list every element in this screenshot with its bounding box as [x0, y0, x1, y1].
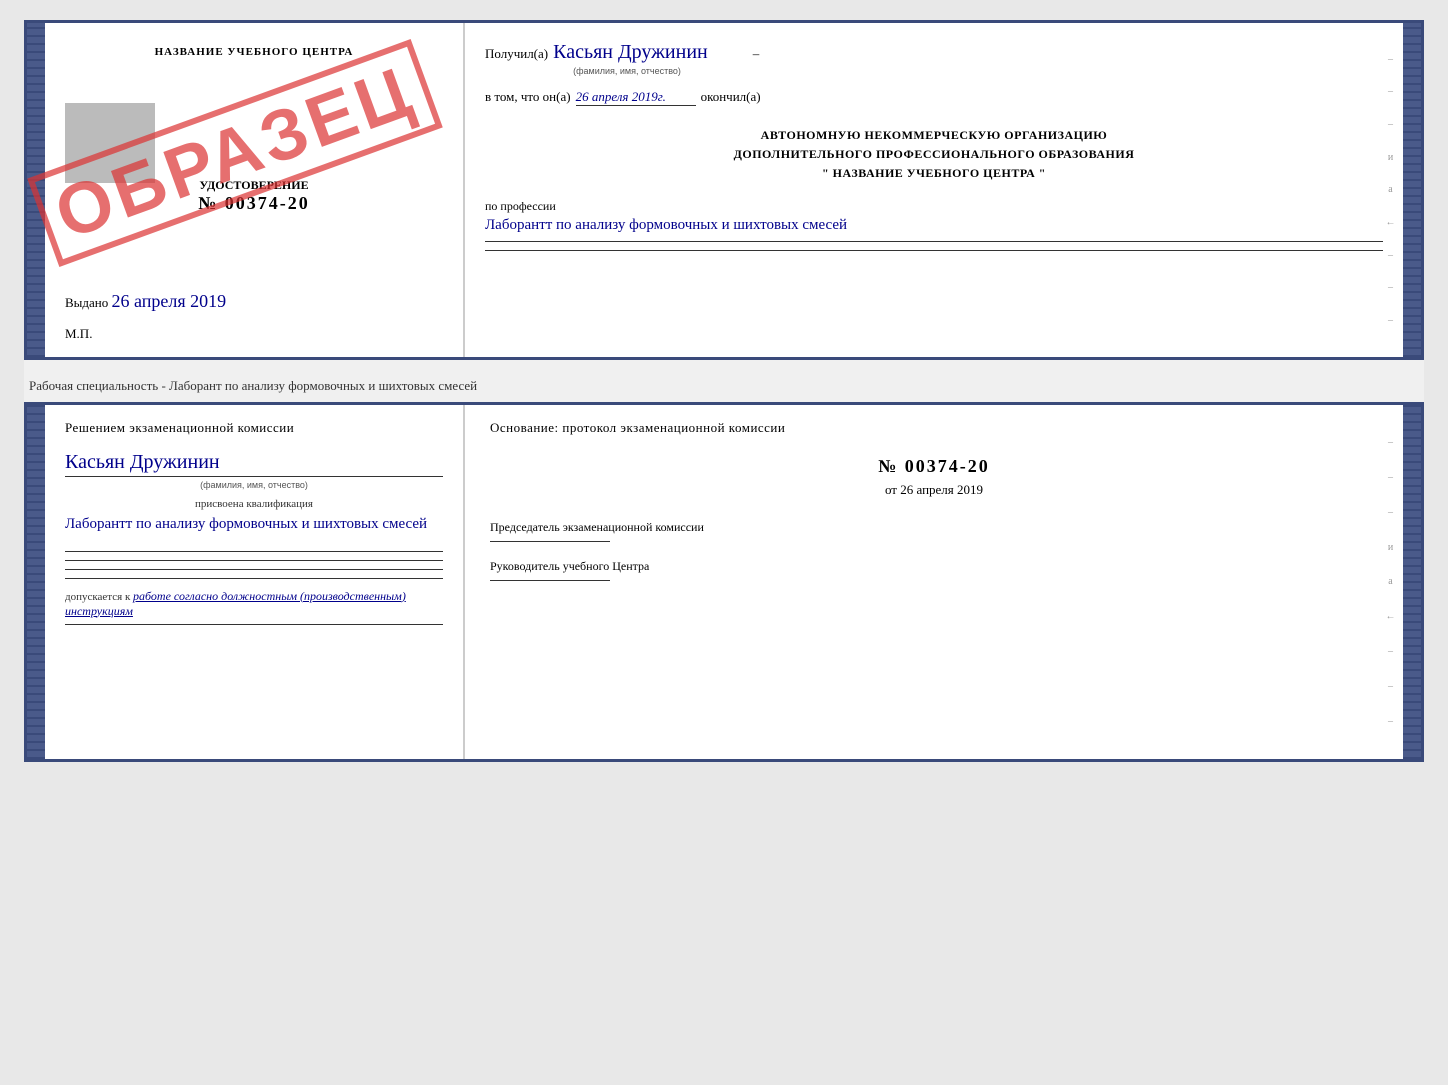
qual-value: Лаборантт по анализу формовочных и шихто… — [65, 513, 443, 536]
bottom-name-line: Касьян Дружинин — [65, 451, 443, 477]
decision-title: Решением экзаменационной комиссии — [65, 420, 443, 436]
cert-info-block: УДОСТОВЕРЕНИЕ № 00374-20 — [65, 178, 443, 214]
received-prefix: Получил(а) — [485, 46, 548, 62]
underline-allowed — [65, 624, 443, 625]
chairman-label: Председатель экзаменационной комиссии — [490, 518, 1378, 536]
date-prefix-bottom: от — [885, 482, 897, 497]
allowed-prefix: допускается к — [65, 591, 130, 603]
bottom-document: Решением экзаменационной комиссии Касьян… — [24, 402, 1424, 762]
date-value-bottom: 26 апреля 2019 — [900, 482, 983, 497]
qual-label: присвоена квалификация — [65, 498, 443, 510]
protocol-date: от 26 апреля 2019 — [490, 482, 1378, 498]
received-name-text: Касьян Дружинин — [553, 41, 708, 63]
basis-title: Основание: протокол экзаменационной коми… — [490, 420, 1378, 436]
issued-label: Выдано — [65, 295, 108, 310]
bottom-name: Касьян Дружинин — [65, 451, 220, 473]
photo-placeholder — [65, 103, 155, 183]
chairman-sig-line — [490, 541, 610, 542]
underline-1 — [485, 241, 1383, 242]
profession-block: по профессии Лаборантт по анализу формов… — [485, 199, 1383, 252]
date-line-top: в том, что он(а) 26 апреля 2019г. окончи… — [485, 89, 1383, 106]
protocol-number: № 00374-20 — [490, 456, 1378, 477]
received-name: Касьян Дружинин (фамилия, имя, отчество) — [553, 41, 708, 64]
underline-2 — [485, 250, 1383, 251]
bottom-left-panel: Решением экзаменационной комиссии Касьян… — [45, 405, 465, 759]
director-block: Руководитель учебного Центра — [490, 557, 1378, 581]
org-line1: АВТОНОМНУЮ НЕКОММЕРЧЕСКУЮ ОРГАНИЗАЦИЮ — [485, 126, 1383, 145]
profession-prefix: по профессии — [485, 199, 1383, 214]
number-prefix: № — [878, 456, 898, 476]
bottom-spine-right — [1403, 405, 1421, 759]
bottom-right-panel: Основание: протокол экзаменационной коми… — [465, 405, 1403, 759]
org-line2: ДОПОЛНИТЕЛЬНОГО ПРОФЕССИОНАЛЬНОГО ОБРАЗО… — [485, 145, 1383, 164]
cert-number-box: УДОСТОВЕРЕНИЕ № 00374-20 — [65, 178, 443, 214]
date-value-top: 26 апреля 2019г. — [576, 89, 696, 106]
bottom-right-side-marks: – – – и а ← – – – — [1383, 405, 1398, 759]
finished-label: окончил(а) — [701, 89, 761, 105]
org-line3: " НАЗВАНИЕ УЧЕБНОГО ЦЕНТРА " — [485, 164, 1383, 183]
org-block: АВТОНОМНУЮ НЕКОММЕРЧЕСКУЮ ОРГАНИЗАЦИЮ ДО… — [485, 126, 1383, 184]
profession-value: Лаборантт по анализу формовочных и шихто… — [485, 214, 1383, 237]
allowed-block: допускается к работе согласно должностны… — [65, 589, 443, 619]
cert-number: № 00374-20 — [65, 193, 443, 214]
top-document: НАЗВАНИЕ УЧЕБНОГО ЦЕНТРА ОБРАЗЕЦ УДОСТОВ… — [24, 20, 1424, 360]
cert-issued: Выдано 26 апреля 2019 — [65, 291, 226, 312]
org-title-top: НАЗВАНИЕ УЧЕБНОГО ЦЕНТРА — [65, 46, 443, 58]
date-prefix-top: в том, что он(а) — [485, 89, 571, 105]
underlines-block — [65, 551, 443, 579]
director-sig-line — [490, 580, 610, 581]
issued-date: 26 апреля 2019 — [112, 291, 227, 311]
between-label: Рабочая специальность - Лаборант по анал… — [24, 370, 1424, 402]
cert-mp: М.П. — [65, 326, 92, 342]
name-caption-top: (фамилия, имя, отчество) — [573, 66, 681, 76]
top-spine-right — [1403, 23, 1421, 357]
director-label: Руководитель учебного Центра — [490, 557, 1378, 575]
top-left-panel: НАЗВАНИЕ УЧЕБНОГО ЦЕНТРА ОБРАЗЕЦ УДОСТОВ… — [45, 23, 465, 357]
chairman-block: Председатель экзаменационной комиссии — [490, 518, 1378, 542]
dash-1: – — [753, 46, 760, 62]
bottom-name-caption: (фамилия, имя, отчество) — [65, 480, 443, 490]
number-value: 00374-20 — [905, 456, 990, 476]
bottom-spine-left — [27, 405, 45, 759]
received-line: Получил(а) Касьян Дружинин (фамилия, имя… — [485, 41, 1383, 64]
top-right-panel: Получил(а) Касьян Дружинин (фамилия, имя… — [465, 23, 1403, 357]
right-side-marks: – – – и а ← – – – — [1383, 23, 1398, 357]
top-spine-left — [27, 23, 45, 357]
